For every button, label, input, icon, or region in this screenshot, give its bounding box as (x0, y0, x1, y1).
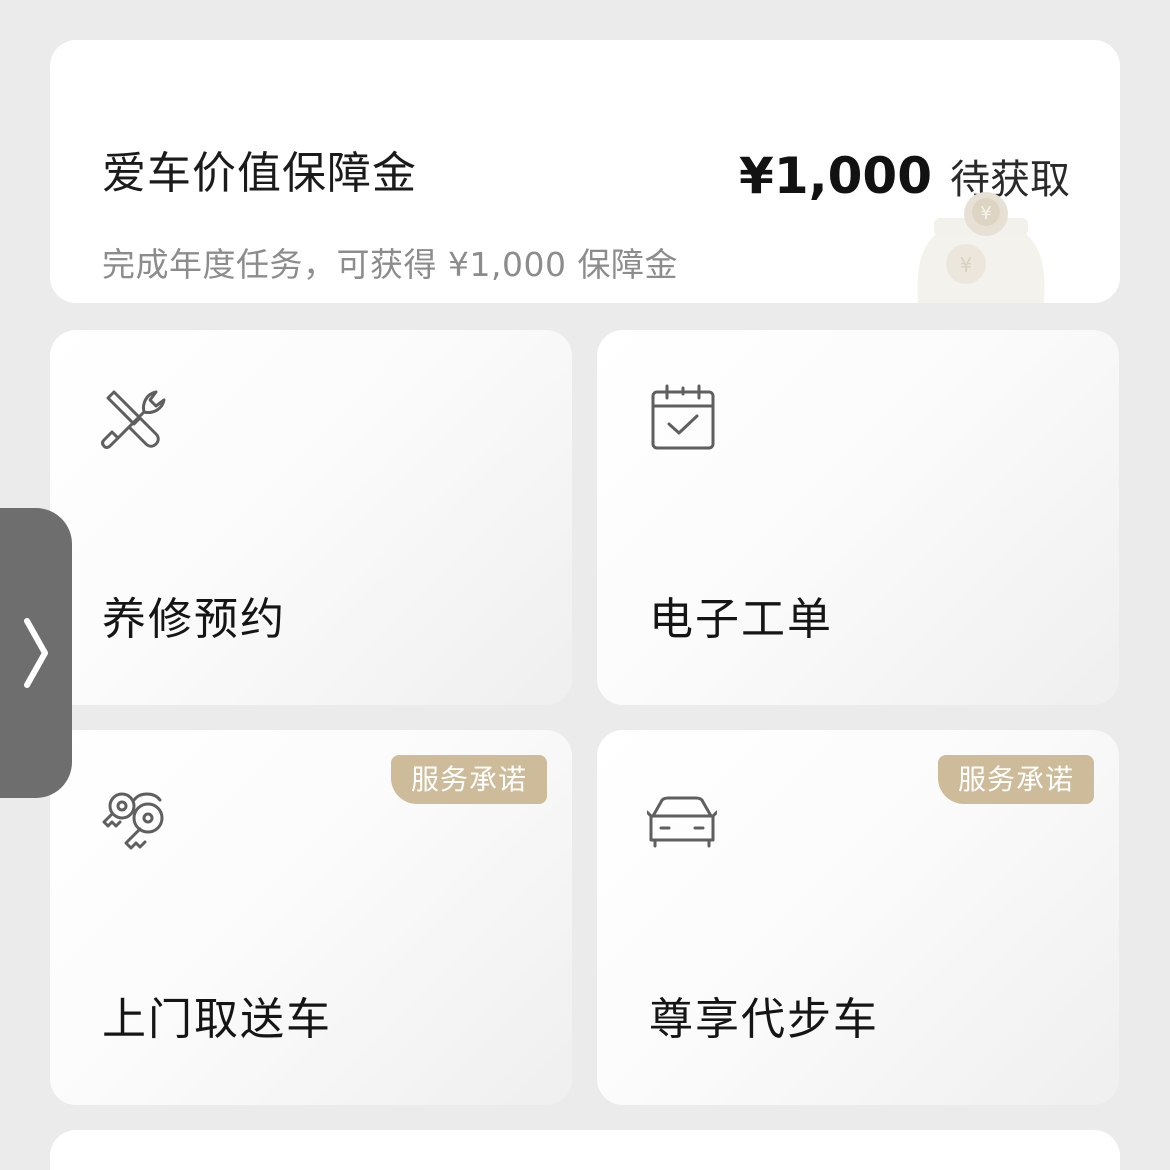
service-page: 爱车价值保障金 ¥1,000 待获取 完成年度任务，可获得 ¥1,000 保障金… (0, 0, 1170, 1170)
banner-amount: ¥1,000 (739, 147, 932, 205)
next-card-partial[interactable] (50, 1130, 1120, 1170)
service-tile-pickup-delivery[interactable]: 服务承诺 上门取送车 (50, 730, 572, 1105)
service-label-work-order: 电子工单 (649, 594, 833, 645)
service-promise-badge: 服务承诺 (938, 755, 1094, 804)
service-tile-work-order[interactable]: 电子工单 (597, 330, 1119, 705)
service-tile-courtesy-car[interactable]: 服务承诺 尊享代步车 (597, 730, 1119, 1105)
service-label-maintenance: 养修预约 (102, 594, 286, 645)
service-promise-badge: 服务承诺 (391, 755, 547, 804)
coin-jar-icon: ¥ ¥ (917, 192, 1045, 303)
car-keys-icon (102, 792, 164, 850)
service-label-pickup-delivery: 上门取送车 (102, 994, 332, 1045)
svg-text:¥: ¥ (960, 253, 973, 277)
service-tile-maintenance[interactable]: 养修预约 (50, 330, 572, 705)
chevron-right-icon (24, 618, 48, 688)
side-drawer-handle[interactable] (0, 508, 72, 798)
car-front-icon (647, 796, 717, 848)
service-label-courtesy-car: 尊享代步车 (649, 994, 879, 1045)
svg-text:¥: ¥ (980, 203, 991, 224)
calendar-check-icon (651, 384, 715, 450)
banner-description: 完成年度任务，可获得 ¥1,000 保障金 (102, 245, 678, 284)
value-guarantee-banner[interactable]: 爱车价值保障金 ¥1,000 待获取 完成年度任务，可获得 ¥1,000 保障金… (50, 40, 1120, 303)
banner-title: 爱车价值保障金 (102, 148, 417, 199)
wrench-screwdriver-icon (101, 390, 166, 449)
